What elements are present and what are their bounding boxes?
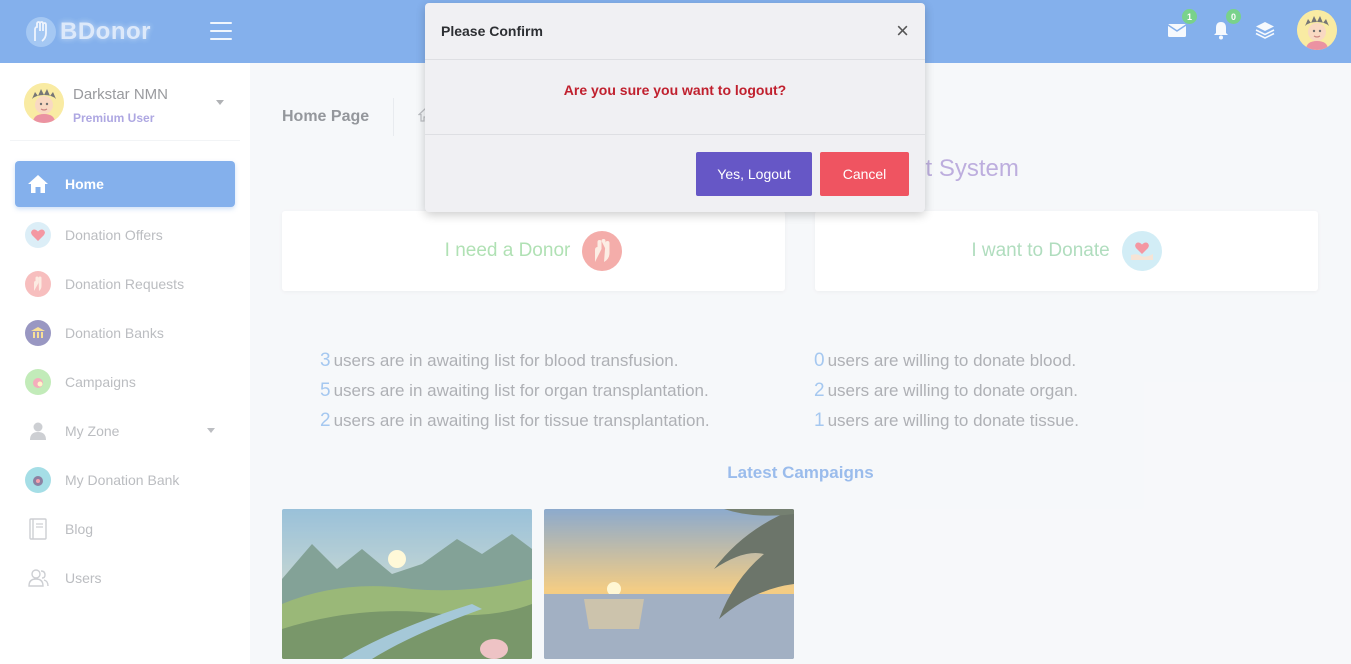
modal-footer: Yes, Logout Cancel	[696, 152, 909, 196]
logout-confirm-dialog: Please Confirm × Are you sure you want t…	[425, 3, 925, 212]
modal-title: Please Confirm	[441, 23, 543, 39]
yes-logout-button[interactable]: Yes, Logout	[696, 152, 812, 196]
cancel-button[interactable]: Cancel	[820, 152, 909, 196]
modal-message: Are you sure you want to logout?	[563, 82, 787, 98]
modal-header: Please Confirm ×	[425, 3, 925, 60]
modal-body: Are you sure you want to logout?	[425, 60, 925, 135]
close-icon[interactable]: ×	[896, 20, 909, 42]
